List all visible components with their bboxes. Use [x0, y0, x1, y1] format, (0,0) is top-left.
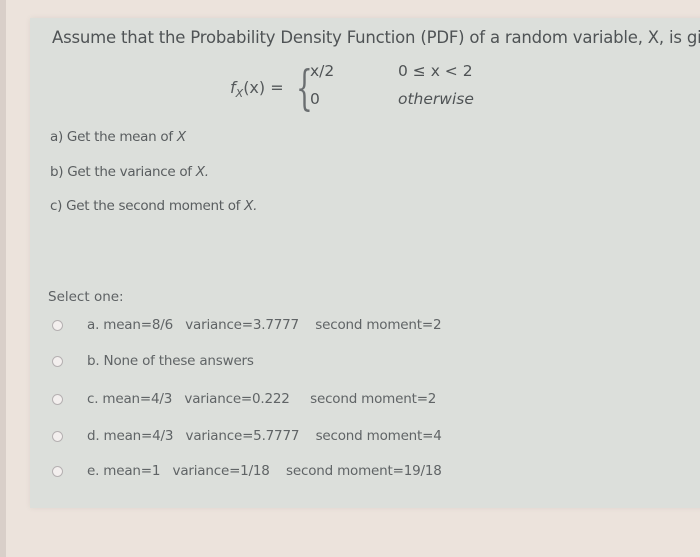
- option-a-label[interactable]: a. mean=8/6 variance=3.7777 second momen…: [87, 317, 442, 333]
- case-2-condition: otherwise: [398, 90, 474, 108]
- option-b[interactable]: b. None of these answers: [52, 351, 254, 371]
- option-c[interactable]: c. mean=4/3 variance=0.222 second moment…: [52, 389, 436, 409]
- case-2-value: 0: [310, 90, 320, 108]
- radio-button-d[interactable]: [52, 430, 63, 442]
- option-d[interactable]: d. mean=4/3 variance=5.7777 second momen…: [52, 426, 442, 446]
- subquestion-b-text: b) Get the variance of: [50, 164, 196, 180]
- formula-lhs: fX(x) =: [230, 78, 284, 100]
- case-1-value: x/2: [310, 62, 335, 80]
- select-one-label: Select one:: [48, 289, 124, 305]
- option-e[interactable]: e. mean=1 variance=1/18 second moment=19…: [52, 461, 442, 481]
- subquestion-a-text: a) Get the mean of: [50, 129, 177, 145]
- radio-button-e[interactable]: [52, 465, 63, 477]
- option-a[interactable]: a. mean=8/6 variance=3.7777 second momen…: [52, 315, 442, 335]
- option-c-label[interactable]: c. mean=4/3 variance=0.222 second moment…: [87, 391, 436, 407]
- subquestion-c-text: c) Get the second moment of: [50, 198, 245, 214]
- question-text: Assume that the Probability Density Func…: [52, 28, 700, 47]
- left-edge-strip: [0, 0, 6, 557]
- option-b-label[interactable]: b. None of these answers: [87, 353, 254, 369]
- radio-button-b[interactable]: [52, 355, 63, 367]
- subquestion-b-var: X.: [195, 164, 209, 180]
- case-1-condition: 0 ≤ x < 2: [398, 62, 473, 80]
- radio-button-c[interactable]: [52, 393, 63, 405]
- option-d-label[interactable]: d. mean=4/3 variance=5.7777 second momen…: [87, 428, 442, 444]
- question-panel: Assume that the Probability Density Func…: [30, 18, 700, 508]
- option-e-label[interactable]: e. mean=1 variance=1/18 second moment=19…: [87, 463, 442, 479]
- pdf-formula: fX(x) = { x/2 0 ≤ x < 2 0 otherwise: [230, 62, 530, 122]
- subquestion-a: a) Get the mean of X: [50, 129, 186, 145]
- subquestion-b: b) Get the variance of X.: [50, 164, 209, 180]
- radio-button-a[interactable]: [52, 319, 63, 331]
- subquestion-a-var: X: [176, 129, 186, 145]
- formula-argument: (x) =: [243, 78, 284, 97]
- subquestion-c-var: X.: [244, 198, 258, 214]
- subquestion-c: c) Get the second moment of X.: [50, 198, 257, 214]
